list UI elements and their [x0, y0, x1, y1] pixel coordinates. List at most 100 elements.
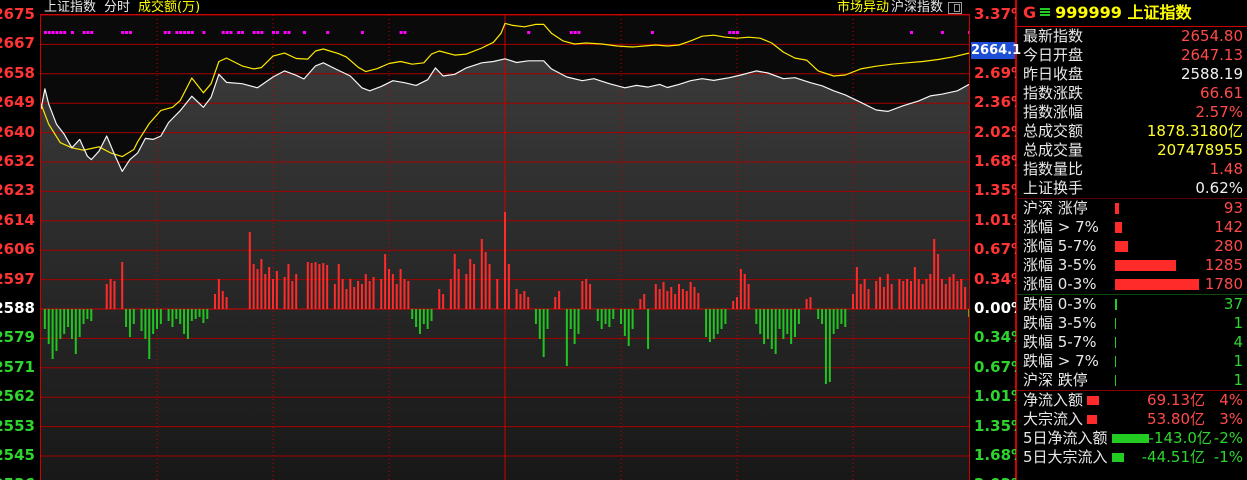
- market-alert-dot: [83, 31, 86, 34]
- money-flow-row[interactable]: 5日大宗流入-44.51亿-1%: [1017, 448, 1247, 467]
- breadth-row[interactable]: 涨幅 > 7%142: [1017, 218, 1247, 237]
- volume-bar-up: [260, 259, 262, 309]
- volume-bar-down: [160, 309, 162, 324]
- intraday-chart[interactable]: [40, 14, 970, 480]
- row-label: 指数涨跌: [1023, 84, 1083, 103]
- volume-bar-up: [284, 277, 286, 309]
- breadth-row[interactable]: 沪深 跌停1: [1017, 371, 1247, 390]
- quote-row: 总成交额1878.3180亿: [1017, 122, 1247, 141]
- volume-bar-up: [268, 267, 270, 309]
- volume-bar-up: [918, 279, 920, 309]
- volume-bar-up: [643, 294, 645, 309]
- row-label: 涨幅 5-7%: [1023, 237, 1111, 256]
- row-label: 跌幅 0-3%: [1023, 295, 1111, 314]
- price-axis-label: 2588: [0, 299, 35, 317]
- volume-bar-up: [910, 281, 912, 309]
- breadth-row[interactable]: 跌幅 0-3%37: [1017, 295, 1247, 314]
- volume-bar-down: [144, 309, 146, 339]
- volume-bar-down: [191, 309, 193, 321]
- breadth-row[interactable]: 涨幅 3-5%1285: [1017, 256, 1247, 275]
- market-alert-toggle[interactable]: 市场异动: [837, 1, 889, 14]
- volume-bar-up: [686, 291, 688, 309]
- breadth-row[interactable]: 跌幅 > 7%1: [1017, 352, 1247, 371]
- breadth-row[interactable]: 跌幅 5-7%4: [1017, 333, 1247, 352]
- volume-bar-down: [779, 309, 781, 329]
- turnover-legend-label: 成交额(万): [138, 0, 200, 15]
- money-flow-row[interactable]: 5日净流入额-143.0亿-2%: [1017, 429, 1247, 448]
- volume-bar-up: [956, 281, 958, 309]
- volume-bar-down: [620, 309, 622, 324]
- volume-bar-up: [875, 281, 877, 309]
- volume-bar-up: [311, 263, 313, 309]
- price-axis: 2675266726582649264026322623261426062597…: [0, 0, 37, 480]
- volume-bar-down: [431, 309, 433, 321]
- volume-bar-down: [724, 309, 726, 324]
- flow-percent: -1%: [1205, 448, 1243, 467]
- quote-row: 上证换手0.62%: [1017, 179, 1247, 198]
- money-flow-row[interactable]: 大宗流入53.80亿3%: [1017, 410, 1247, 429]
- row-label: 沪深 跌停: [1023, 371, 1111, 390]
- volume-bar-up: [264, 274, 266, 309]
- market-alert-dot: [59, 31, 62, 34]
- current-value-badge: 2664.1: [971, 42, 1015, 59]
- volume-bar-up: [291, 281, 293, 309]
- market-alert-dot: [86, 31, 89, 34]
- market-alert-dot: [361, 31, 364, 34]
- popup-window-icon[interactable]: [948, 2, 962, 14]
- flow-bar: [1112, 453, 1124, 462]
- volume-bar-up: [682, 289, 684, 309]
- volume-bar-up: [883, 287, 885, 309]
- breadth-row[interactable]: 涨幅 5-7% 280: [1017, 237, 1247, 256]
- volume-bar-up: [922, 284, 924, 309]
- volume-bar-down: [59, 309, 61, 339]
- volume-bar-up: [693, 287, 695, 309]
- volume-bar-down: [199, 309, 201, 317]
- row-label: 指数涨幅: [1023, 103, 1083, 122]
- volume-bar-up: [357, 281, 359, 309]
- volume-bar-up: [315, 262, 317, 309]
- breadth-row[interactable]: 涨幅 0-3%1780: [1017, 275, 1247, 294]
- chart-header-right: 市场异动 沪深指数: [837, 1, 962, 14]
- volume-bar-down: [713, 309, 715, 339]
- volume-bar-down: [423, 309, 425, 324]
- volume-bar-down: [647, 309, 649, 349]
- volume-bar-up: [485, 252, 487, 309]
- quote-row: 最新指数2654.80: [1017, 27, 1247, 46]
- price-axis-label: 2545: [0, 446, 35, 464]
- price-axis-label: 2579: [0, 328, 35, 346]
- market-alert-dot: [732, 31, 735, 34]
- market-alert-dot: [202, 31, 205, 34]
- volume-bar-up: [369, 281, 371, 309]
- volume-bar-up: [964, 287, 966, 309]
- row-label: 最新指数: [1023, 27, 1083, 46]
- volume-bar-down: [202, 309, 204, 323]
- flow-value: 69.13亿: [1131, 391, 1205, 410]
- row-value: 1285: [1205, 256, 1243, 275]
- breadth-row[interactable]: 跌幅 3-5%1: [1017, 314, 1247, 333]
- breadth-bar: [1115, 222, 1122, 233]
- flow-percent: -2%: [1212, 429, 1243, 448]
- volume-bar-down: [759, 309, 761, 334]
- volume-bar-down: [840, 309, 842, 324]
- volume-bar-down: [71, 309, 73, 339]
- market-alert-dot: [284, 31, 287, 34]
- row-value: 1780: [1205, 275, 1243, 294]
- price-axis-label: 2553: [0, 417, 35, 435]
- money-flow-row[interactable]: 净流入额69.13亿4%: [1017, 391, 1247, 410]
- row-value: 280: [1214, 237, 1243, 256]
- volume-bar-up: [388, 269, 390, 309]
- volume-bar-up: [581, 281, 583, 309]
- tab-intraday[interactable]: 分时: [104, 0, 130, 15]
- index-switch-button[interactable]: 沪深指数: [891, 1, 943, 14]
- volume-bar-down: [577, 309, 579, 334]
- volume-bar-down: [608, 309, 610, 327]
- breadth-bar: [1115, 318, 1116, 329]
- volume-bar-up: [558, 291, 560, 309]
- market-alert-dot: [229, 31, 232, 34]
- row-value: 2.57%: [1195, 103, 1243, 122]
- market-alert-dot: [183, 31, 186, 34]
- stock-selector[interactable]: G999999 上证指数: [1017, 0, 1247, 26]
- row-label: 总成交量: [1023, 141, 1083, 160]
- breadth-row[interactable]: 沪深 涨停93: [1017, 199, 1247, 218]
- volume-bar-up: [384, 254, 386, 309]
